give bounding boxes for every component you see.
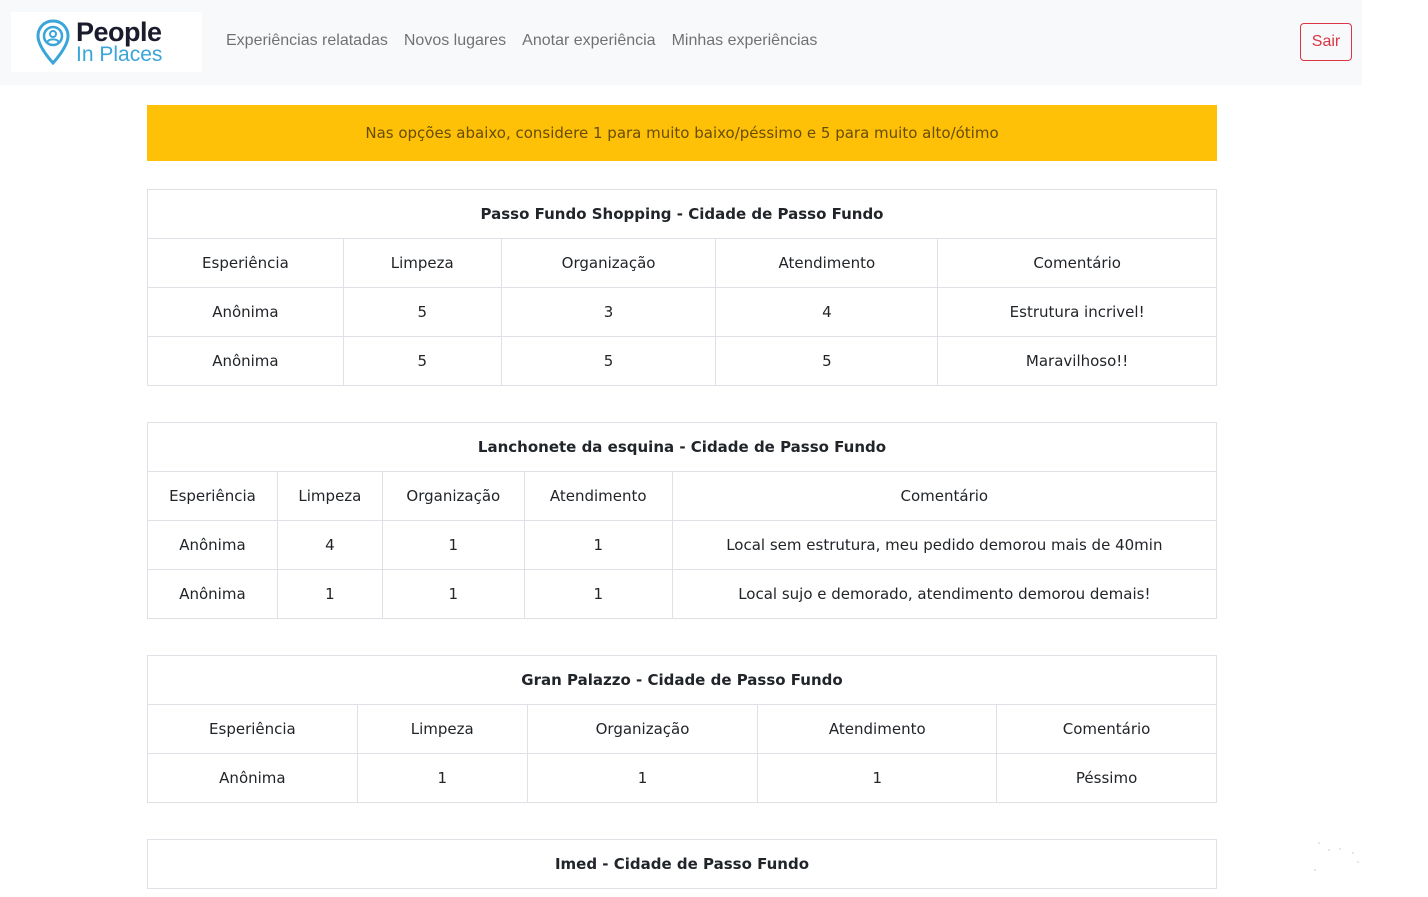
place-name: Lanchonete da esquina	[477, 438, 675, 456]
table-header-row: Esperiência Limpeza Organização Atendime…	[147, 471, 1218, 521]
cell-experience: Anônima	[147, 569, 278, 619]
nav-link-note-experience[interactable]: Anotar experiência	[522, 32, 655, 50]
table-header-row: Esperiência Limpeza Organização Atendime…	[147, 238, 1217, 288]
location-pin-icon	[36, 19, 70, 65]
nav-link-reported-experiences[interactable]: Experiências relatadas	[226, 32, 388, 50]
place-city: Cidade de Passo Fundo	[690, 438, 887, 456]
cell-service: 1	[757, 753, 998, 803]
place-name: Passo Fundo Shopping	[480, 205, 672, 223]
cell-experience: Anônima	[147, 287, 344, 337]
column-header-comment: Comentário	[671, 471, 1218, 521]
title-separator: -	[671, 205, 689, 223]
nav-link-new-places[interactable]: Novos lugares	[404, 32, 506, 50]
table-row: Anônima 1 1 1 Péssimo	[147, 753, 1217, 803]
cell-comment: Local sujo e demorado, atendimento demor…	[671, 569, 1218, 619]
cell-organization: 1	[381, 569, 525, 619]
place-city: Cidade de Passo Fundo	[688, 205, 884, 223]
cell-comment: Maravilhoso!!	[937, 336, 1217, 386]
nav-link-my-experiences[interactable]: Minhas experiências	[672, 32, 818, 50]
table-row: Anônima 5 3 4 Estrutura incrivel!	[147, 287, 1217, 337]
column-header-organization: Organização	[526, 704, 759, 754]
column-header-experience: Esperiência	[147, 238, 344, 288]
cell-experience: Anônima	[147, 753, 358, 803]
cell-comment: Local sem estrutura, meu pedido demorou …	[671, 520, 1218, 570]
cell-organization: 5	[500, 336, 717, 386]
place-title: Gran Palazzo - Cidade de Passo Fundo	[147, 655, 1217, 705]
place-city: Cidade de Passo Fundo	[613, 855, 810, 873]
column-header-organization: Organização	[381, 471, 525, 521]
place-table: Imed - Cidade de Passo Fundo	[147, 839, 1217, 889]
cell-experience: Anônima	[147, 520, 278, 570]
cell-cleanliness: 1	[276, 569, 383, 619]
column-header-cleanliness: Limpeza	[356, 704, 528, 754]
cell-comment: Estrutura incrivel!	[937, 287, 1217, 337]
column-header-comment: Comentário	[937, 238, 1217, 288]
column-header-service: Atendimento	[523, 471, 673, 521]
place-name: Gran Palazzo	[521, 671, 631, 689]
cell-organization: 1	[526, 753, 759, 803]
rating-scale-alert: Nas opções abaixo, considere 1 para muit…	[147, 105, 1217, 161]
brand-name-line2: In Places	[76, 43, 163, 66]
place-table: Gran Palazzo - Cidade de Passo Fundo Esp…	[147, 655, 1217, 803]
cell-service: 1	[523, 520, 673, 570]
place-table: Passo Fundo Shopping - Cidade de Passo F…	[147, 189, 1217, 386]
cell-service: 5	[715, 336, 939, 386]
cell-service: 1	[523, 569, 673, 619]
cell-experience: Anônima	[147, 336, 344, 386]
cell-cleanliness: 1	[356, 753, 528, 803]
place-name: Imed	[554, 855, 598, 873]
place-title: Lanchonete da esquina - Cidade de Passo …	[147, 422, 1217, 472]
cell-organization: 3	[500, 287, 717, 337]
column-header-service: Atendimento	[757, 704, 998, 754]
place-city: Cidade de Passo Fundo	[647, 671, 843, 689]
cell-cleanliness: 5	[342, 287, 502, 337]
column-header-experience: Esperiência	[147, 704, 358, 754]
brand-logo[interactable]: People In Places	[11, 12, 202, 72]
nav-links: Experiências relatadas Novos lugares Ano…	[226, 32, 817, 50]
cell-cleanliness: 5	[342, 336, 502, 386]
place-title: Passo Fundo Shopping - Cidade de Passo F…	[147, 189, 1217, 239]
column-header-experience: Esperiência	[147, 471, 278, 521]
brand-name-line1: People	[76, 17, 162, 47]
main-content: Nas opções abaixo, considere 1 para muit…	[147, 105, 1218, 889]
cell-service: 4	[715, 287, 939, 337]
table-row: Anônima 1 1 1 Local sujo e demorado, ate…	[147, 569, 1218, 619]
navbar: People In Places Experiências relatadas …	[0, 0, 1362, 85]
table-header-row: Esperiência Limpeza Organização Atendime…	[147, 704, 1217, 754]
cell-cleanliness: 4	[276, 520, 383, 570]
table-row: Anônima 4 1 1 Local sem estrutura, meu p…	[147, 520, 1218, 570]
column-header-organization: Organização	[500, 238, 717, 288]
place-title: Imed - Cidade de Passo Fundo	[147, 839, 1217, 889]
cell-organization: 1	[381, 520, 525, 570]
title-separator: -	[630, 671, 648, 689]
edge-artifact	[1314, 842, 1359, 871]
column-header-cleanliness: Limpeza	[342, 238, 502, 288]
column-header-comment: Comentário	[996, 704, 1217, 754]
exit-button[interactable]: Sair	[1300, 23, 1352, 61]
column-header-cleanliness: Limpeza	[276, 471, 383, 521]
title-separator: -	[674, 438, 691, 456]
title-separator: -	[597, 855, 614, 873]
place-table: Lanchonete da esquina - Cidade de Passo …	[147, 422, 1218, 619]
cell-comment: Péssimo	[996, 753, 1217, 803]
table-row: Anônima 5 5 5 Maravilhoso!!	[147, 336, 1217, 386]
column-header-service: Atendimento	[715, 238, 939, 288]
